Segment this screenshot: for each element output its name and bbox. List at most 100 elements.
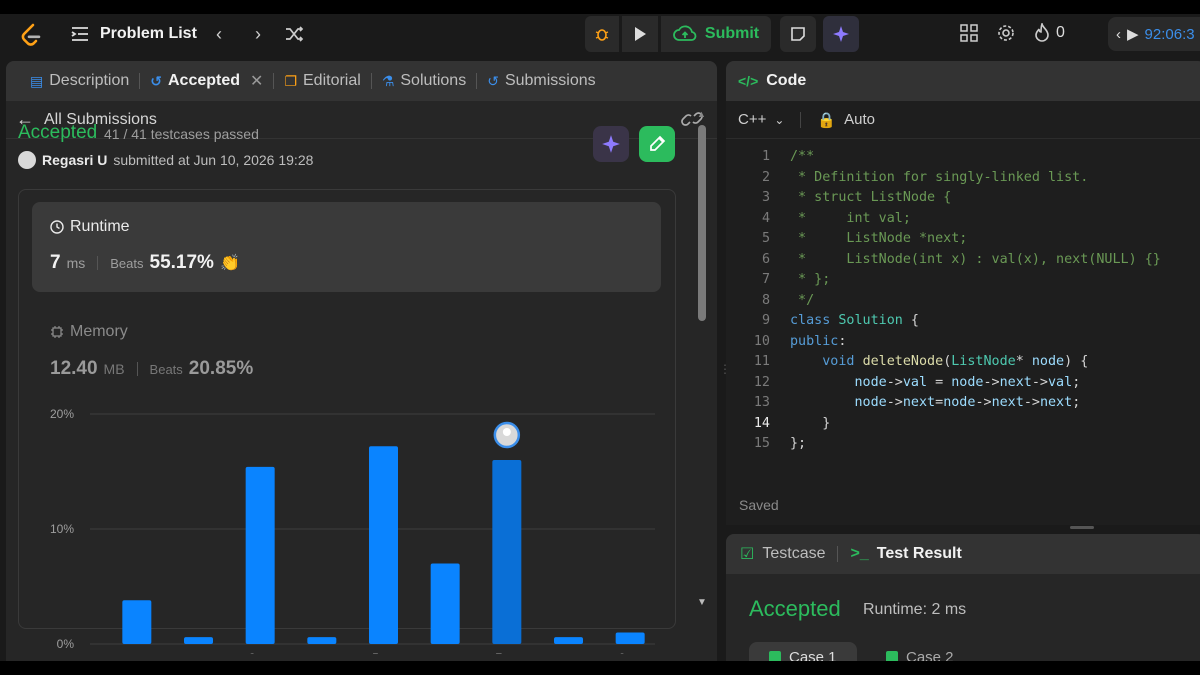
- left-scrollbar[interactable]: ▲ ▼: [697, 109, 707, 614]
- divider: [837, 546, 839, 562]
- code-editor[interactable]: 1 /** 2 * Definition for singly-linked li…: [726, 147, 1200, 455]
- code-panel-header: </> Code: [726, 61, 1200, 101]
- timer-collapse-icon[interactable]: ‹: [1116, 26, 1121, 43]
- runtime-beats: 55.17%: [149, 252, 214, 273]
- code-line: 8 */: [726, 291, 1200, 312]
- language-bar: C++ ⌄ 🔒 Auto: [726, 101, 1200, 139]
- tab-submissions-label: Submissions: [504, 72, 596, 89]
- code-text: * ListNode(int x) : val(x), next(NULL) {…: [790, 251, 1161, 267]
- code-text: }: [790, 415, 831, 431]
- edit-icon: [650, 135, 666, 151]
- line-number: 9: [761, 313, 770, 328]
- code-line: 13 node->next=node->next->next;: [726, 393, 1200, 414]
- runtime-bar[interactable]: [492, 460, 522, 644]
- test-panel-header: ☑ Testcase >_ Test Result: [726, 534, 1200, 574]
- runtime-distribution-chart: 20% 10% 0% 3ms 5ms 7ms 9ms: [50, 407, 655, 654]
- line-number: 13: [753, 395, 770, 410]
- memory-title[interactable]: Memory: [50, 323, 128, 341]
- memory-beats-label: Beats: [149, 362, 183, 377]
- settings-gear-icon[interactable]: [996, 23, 1016, 43]
- runtime-beats-label: Beats: [110, 256, 144, 271]
- run-button[interactable]: [622, 16, 658, 52]
- notes-button[interactable]: [780, 16, 816, 52]
- runtime-bar[interactable]: [307, 637, 337, 644]
- submission-status: Accepted: [18, 122, 98, 143]
- ai-analyze-button[interactable]: [593, 126, 629, 162]
- vertical-resize-handle[interactable]: [1070, 526, 1094, 529]
- y-tick-label: 0%: [57, 637, 75, 651]
- case-2-label: Case 2: [906, 648, 954, 662]
- line-number: 1: [761, 149, 770, 164]
- next-problem-icon[interactable]: ›: [247, 23, 269, 45]
- debug-button[interactable]: [585, 16, 619, 52]
- case-1-tab[interactable]: Case 1: [749, 642, 857, 661]
- case-2-tab[interactable]: Case 2: [866, 642, 974, 661]
- book-icon: ❐: [284, 72, 297, 89]
- layout-grid-icon[interactable]: [960, 24, 978, 42]
- sparkle-icon: [833, 26, 849, 42]
- memory-value: 12.40: [50, 358, 98, 379]
- mode-label[interactable]: Auto: [844, 111, 875, 128]
- x-tick-label: 7ms: [495, 651, 518, 654]
- scroll-up-icon[interactable]: ▲: [697, 109, 707, 119]
- scroll-thumb[interactable]: [698, 125, 706, 321]
- scroll-down-icon[interactable]: ▼: [697, 597, 707, 608]
- prev-problem-icon[interactable]: ‹: [208, 23, 230, 45]
- code-text: * };: [790, 272, 831, 287]
- ai-assist-button[interactable]: [823, 16, 859, 52]
- y-tick-label: 20%: [50, 407, 74, 421]
- tab-accepted[interactable]: ↺ Accepted ✕: [140, 61, 273, 101]
- check-icon: [769, 651, 781, 661]
- submit-button[interactable]: Submit: [661, 16, 771, 52]
- line-number: 8: [761, 292, 770, 308]
- memory-beats: 20.85%: [188, 358, 254, 379]
- shuffle-icon[interactable]: [283, 23, 305, 45]
- tab-description[interactable]: ▤ Description: [20, 61, 139, 101]
- tab-test-result[interactable]: Test Result: [877, 545, 962, 563]
- check-icon: [886, 651, 898, 661]
- test-status: Accepted: [749, 596, 841, 621]
- runtime-bar[interactable]: [122, 600, 152, 644]
- runtime-bar[interactable]: [245, 466, 275, 644]
- runtime-card[interactable]: Runtime 7 ms Beats 55.17% 👏: [32, 202, 661, 292]
- leetcode-logo-icon[interactable]: [18, 22, 44, 48]
- timer-widget[interactable]: ‹ ▶ 92:06:3: [1108, 17, 1200, 51]
- problem-list-button[interactable]: Problem List: [70, 22, 197, 46]
- runtime-bar[interactable]: [369, 446, 398, 644]
- close-tab-icon[interactable]: ✕: [250, 71, 263, 91]
- avatar[interactable]: [18, 151, 36, 169]
- code-line: 1 /**: [726, 147, 1200, 168]
- line-number: 7: [761, 272, 770, 287]
- tab-solutions[interactable]: ⚗ Solutions: [372, 61, 476, 101]
- line-number: 4: [761, 210, 770, 226]
- history-icon: ↺: [487, 72, 499, 89]
- streak-counter[interactable]: 0: [1034, 23, 1065, 43]
- timer-play-icon[interactable]: ▶: [1127, 25, 1139, 43]
- avatar-head: [502, 428, 511, 436]
- runtime-bar[interactable]: [554, 637, 583, 644]
- author-name[interactable]: Regasri U: [42, 152, 107, 168]
- code-line: 7 * };: [726, 270, 1200, 291]
- x-tick-label: 5ms: [372, 651, 395, 654]
- tab-submissions[interactable]: ↺ Submissions: [477, 61, 605, 101]
- language-select[interactable]: C++: [738, 111, 766, 128]
- code-text: * Definition for singly-linked list.: [790, 169, 1089, 185]
- runtime-bar[interactable]: [615, 632, 645, 645]
- note-icon: [791, 27, 805, 41]
- edit-solution-button[interactable]: [639, 126, 675, 162]
- testcases-passed: 41 / 41 testcases passed: [104, 126, 259, 142]
- runtime-bar[interactable]: [184, 637, 213, 644]
- code-line: 14 }: [726, 414, 1200, 435]
- code-line: 12 node->val = node->next->val;: [726, 373, 1200, 394]
- right-toolbar: 0: [960, 23, 1065, 43]
- runtime-bar[interactable]: [430, 563, 460, 645]
- runtime-title: Runtime: [50, 218, 130, 236]
- chip-icon: [51, 326, 63, 338]
- tab-testcase[interactable]: Testcase: [762, 545, 825, 563]
- checkbox-icon: ☑: [740, 546, 755, 563]
- chevron-down-icon[interactable]: ⌄: [774, 113, 784, 127]
- case-1-label: Case 1: [789, 648, 837, 662]
- code-line: 15};: [726, 434, 1200, 455]
- tab-editorial[interactable]: ❐ Editorial: [274, 61, 370, 101]
- play-icon: [635, 27, 646, 41]
